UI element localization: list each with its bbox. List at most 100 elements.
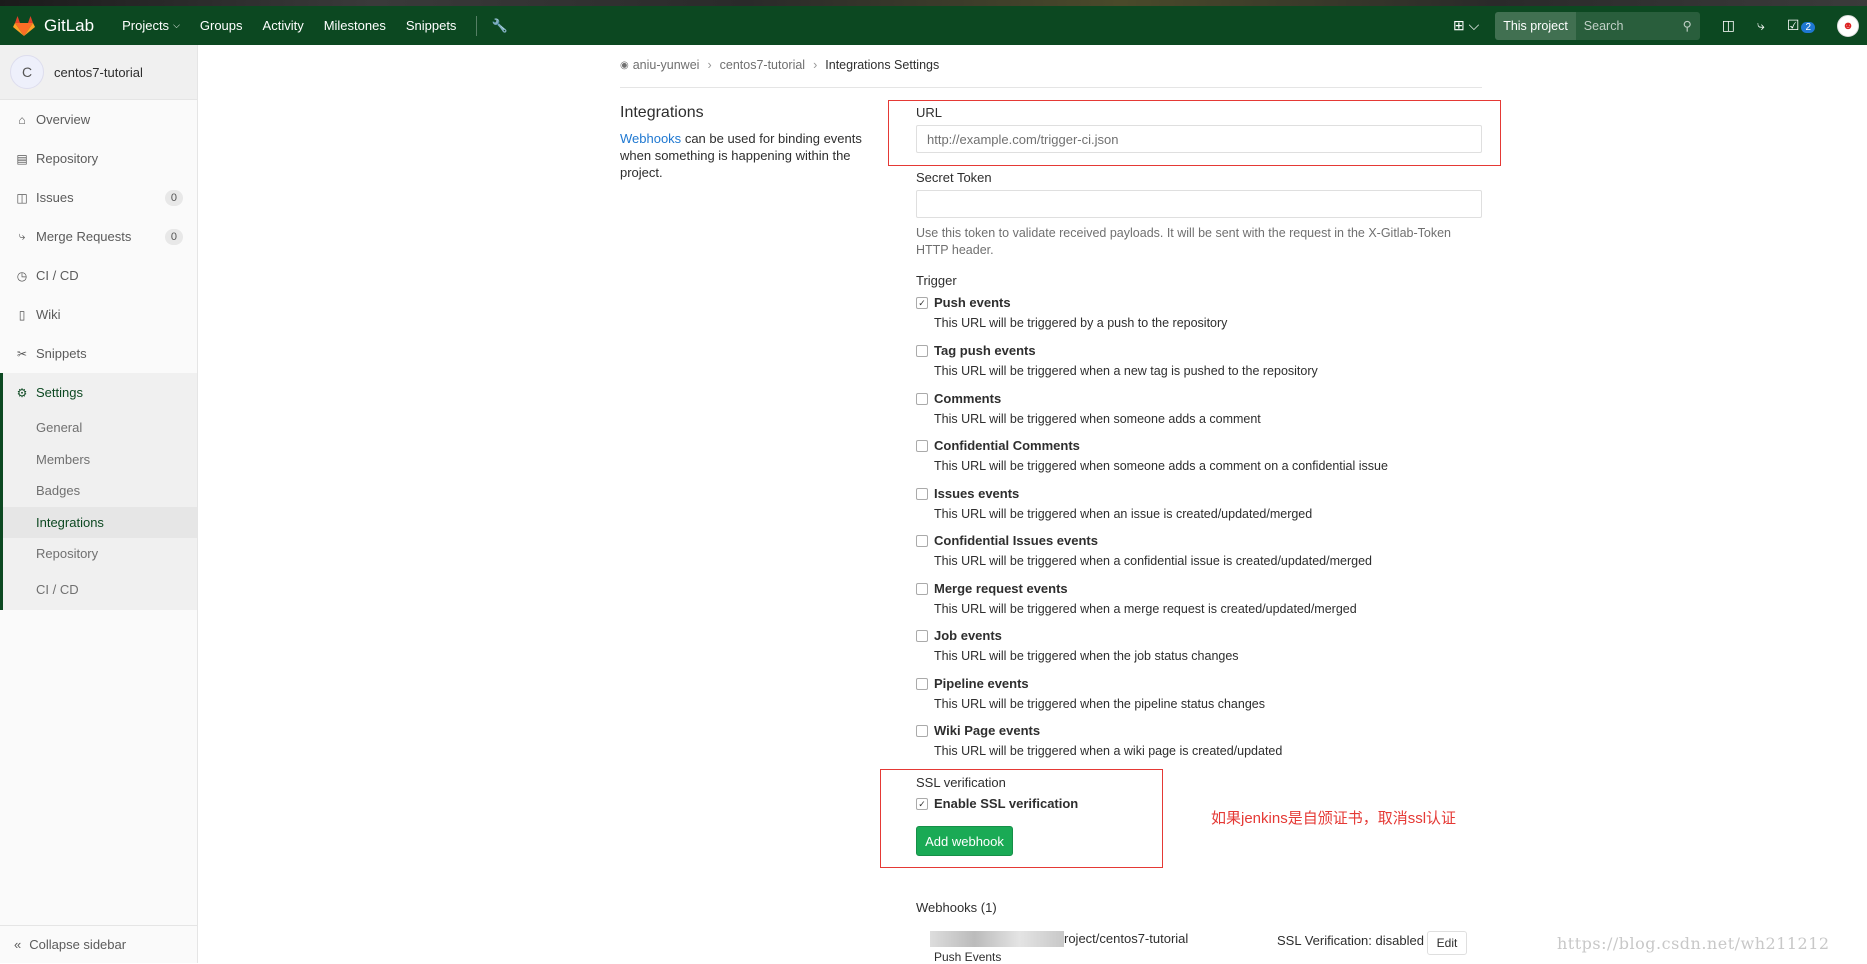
sidebar-item-label: Overview xyxy=(36,112,91,127)
url-highlight-box xyxy=(888,100,1501,166)
nav-activity[interactable]: Activity xyxy=(263,18,304,33)
pipeline-events-checkbox[interactable] xyxy=(916,678,928,690)
ssl-highlight-box xyxy=(880,769,1163,868)
group-avatar-icon: ◉ xyxy=(620,59,629,71)
trigger-title: Issues events xyxy=(934,486,1020,501)
nav-snippets[interactable]: Snippets xyxy=(406,18,457,33)
sidebar-settings-group: ⚙ Settings General Members Badges Integra… xyxy=(0,373,197,610)
chevron-right-icon: › xyxy=(707,58,712,72)
page-title: Integrations xyxy=(620,104,704,121)
double-chevron-left-icon: « xyxy=(14,937,22,952)
merge-request-icon: ⤷ xyxy=(18,229,26,243)
sidebar-item-repository[interactable]: ▤ Repository xyxy=(0,139,197,178)
search-placeholder: Search xyxy=(1583,18,1624,33)
webhooks-heading: Webhooks (1) xyxy=(916,900,997,915)
scissors-icon: ✂ xyxy=(16,346,28,361)
sidebar-item-overview[interactable]: ⌂ Overview xyxy=(0,100,197,139)
trigger-label: Trigger xyxy=(916,273,957,288)
sidebar-item-wiki[interactable]: ▯ Wiki xyxy=(0,295,197,334)
top-navbar: GitLab Projects ⌵ Groups Activity Milest… xyxy=(0,6,1867,45)
sidebar-item-settings[interactable]: ⚙ Settings xyxy=(3,373,197,412)
merge-request-events-checkbox[interactable] xyxy=(916,583,928,595)
webhook-events: Push Events xyxy=(934,950,1002,964)
collapse-sidebar-button[interactable]: « Collapse sidebar xyxy=(0,925,197,963)
brand-label: GitLab xyxy=(44,15,95,35)
job-events-checkbox[interactable] xyxy=(916,630,928,642)
search-wrap: This project Search ⚲ xyxy=(1495,11,1700,40)
webhook-ssl-status: SSL Verification: disabled xyxy=(1277,933,1424,948)
trigger-description: This URL will be triggered when someone … xyxy=(934,459,1388,473)
gitlab-home-link[interactable]: GitLab xyxy=(12,15,94,37)
webhooks-link[interactable]: Webhooks xyxy=(620,131,681,146)
sidebar-subitem-members[interactable]: Members xyxy=(3,444,197,476)
webhook-edit-button[interactable]: Edit xyxy=(1427,931,1467,955)
issues-events-checkbox[interactable] xyxy=(916,488,928,500)
trigger-title: Wiki Page events xyxy=(934,723,1041,738)
plus-square-icon[interactable]: ⊞ ⌵ xyxy=(1453,17,1479,34)
issues-icon[interactable]: ◫ xyxy=(1722,17,1735,34)
sidebar-item-label: CI / CD xyxy=(36,268,79,283)
sidebar-subitem-repository[interactable]: Repository xyxy=(3,538,197,570)
search-icon: ⚲ xyxy=(1682,18,1692,33)
project-sidebar: C centos7-tutorial ⌂ Overview ▤ Repository… xyxy=(0,45,198,963)
trigger-title: Tag push events xyxy=(934,343,1036,358)
nav-projects[interactable]: Projects ⌵ xyxy=(122,18,180,33)
sidebar-item-label: Snippets xyxy=(36,346,87,361)
book-icon: ▤ xyxy=(16,151,28,166)
secret-token-label: Secret Token xyxy=(916,170,992,185)
wiki-icon: ▯ xyxy=(18,307,26,322)
secret-token-help: Use this token to validate received payl… xyxy=(916,226,1452,257)
trigger-title: Confidential Issues events xyxy=(934,533,1098,548)
chevron-down-icon: ⌵ xyxy=(173,20,180,30)
merge-requests-count-badge: 0 xyxy=(164,228,183,245)
wiki-page-events-checkbox[interactable] xyxy=(916,725,928,737)
webhook-url: roject/centos7-tutorial xyxy=(1064,931,1189,946)
wrench-icon[interactable]: 🔧 xyxy=(491,18,507,34)
merge-request-icon[interactable]: ⤷ xyxy=(1757,17,1765,34)
trigger-description: This URL will be triggered when someone … xyxy=(934,412,1261,426)
todo-icon[interactable]: ☑ 2 xyxy=(1787,17,1815,35)
breadcrumb-project[interactable]: centos7-tutorial xyxy=(720,58,805,72)
todo-count-badge: 2 xyxy=(1801,21,1815,33)
sidebar-subitem-ci-cd[interactable]: CI / CD xyxy=(3,570,197,610)
secret-token-input[interactable] xyxy=(916,190,1482,218)
chevron-right-icon: › xyxy=(813,58,818,72)
breadcrumb-divider xyxy=(620,87,1482,88)
comments-checkbox[interactable] xyxy=(916,393,928,405)
annotation-note: 如果jenkins是自颁证书，取消ssl认证 xyxy=(1211,810,1457,827)
sidebar-item-label: Issues xyxy=(36,190,74,205)
sidebar-subitem-integrations[interactable]: Integrations xyxy=(3,506,197,538)
nav-milestones[interactable]: Milestones xyxy=(324,18,386,33)
trigger-title: Merge request events xyxy=(934,581,1068,596)
trigger-description: This URL will be triggered when a confid… xyxy=(934,554,1372,568)
redacted-url-block xyxy=(930,931,1064,947)
collapse-sidebar-label: Collapse sidebar xyxy=(29,937,127,952)
confidential-comments-checkbox[interactable] xyxy=(916,440,928,452)
sidebar-item-snippets[interactable]: ✂ Snippets xyxy=(0,334,197,373)
sidebar-item-label: Merge Requests xyxy=(36,229,132,244)
sidebar-subitem-badges[interactable]: Badges xyxy=(3,475,197,507)
search-input[interactable]: Search ⚲ xyxy=(1575,11,1700,40)
gear-icon: ⚙ xyxy=(16,385,28,400)
search-scope-badge[interactable]: This project xyxy=(1495,11,1576,40)
trigger-title: Pipeline events xyxy=(934,676,1029,691)
breadcrumb-current[interactable]: Integrations Settings xyxy=(825,58,939,72)
trigger-description: This URL will be triggered by a push to … xyxy=(934,316,1228,330)
breadcrumb-owner[interactable]: aniu-yunwei xyxy=(633,58,700,72)
user-avatar-icon[interactable]: ☻ xyxy=(1837,14,1859,37)
sidebar-item-issues[interactable]: ◫ Issues 0 xyxy=(0,178,197,217)
sidebar-item-ci-cd[interactable]: ◷ CI / CD xyxy=(0,256,197,295)
trigger-description: This URL will be triggered when the pipe… xyxy=(934,697,1265,711)
trigger-title: Comments xyxy=(934,391,1002,406)
sidebar-project-header[interactable]: C centos7-tutorial xyxy=(0,45,197,100)
gitlab-logo-icon xyxy=(13,15,35,36)
trigger-title: Job events xyxy=(934,628,1002,643)
confidential-issues-events-checkbox[interactable] xyxy=(916,535,928,547)
sidebar-subitem-general[interactable]: General xyxy=(3,412,197,444)
nav-groups[interactable]: Groups xyxy=(200,18,243,33)
push-events-checkbox[interactable]: ✓ xyxy=(916,297,928,309)
sidebar-item-merge-requests[interactable]: ⤷ Merge Requests 0 xyxy=(0,217,197,256)
nav-projects-label: Projects xyxy=(122,18,170,33)
rocket-icon: ◷ xyxy=(16,268,28,283)
tag-push-events-checkbox[interactable] xyxy=(916,345,928,357)
